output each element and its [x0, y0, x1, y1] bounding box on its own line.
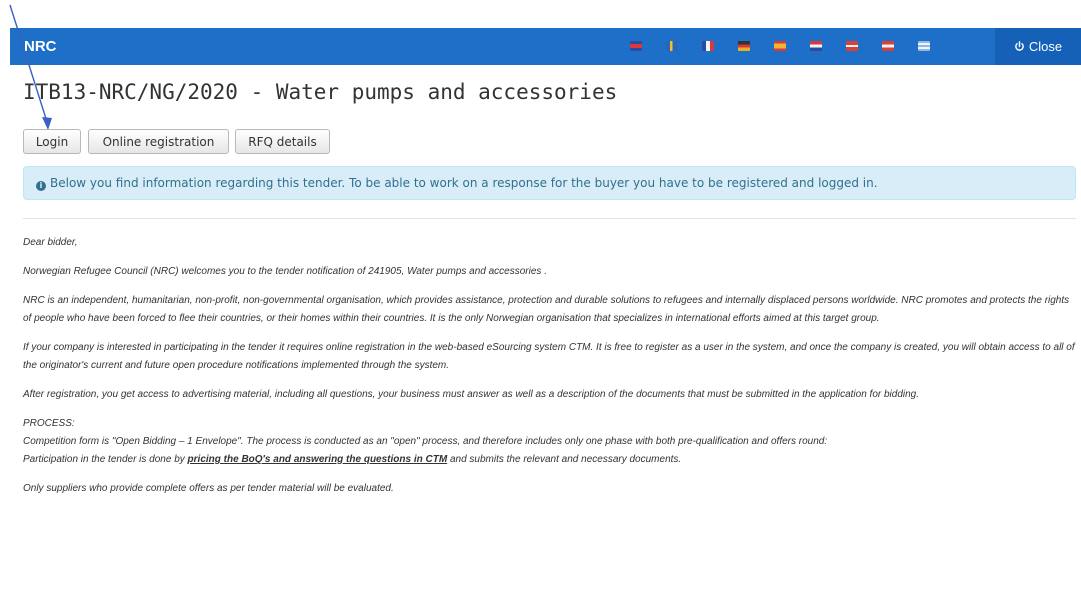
tender-description: Dear bidder, Norwegian Refugee Council (…: [23, 234, 1076, 509]
process-line-2-pre: Participation in the tender is done by: [23, 454, 188, 465]
close-label: Close: [1028, 39, 1063, 54]
info-text: Below you find information regarding thi…: [50, 176, 878, 190]
divider: [23, 218, 1076, 219]
power-icon: [1014, 41, 1024, 51]
spain-flag-icon[interactable]: [774, 41, 786, 51]
greeting: Dear bidder,: [23, 237, 78, 248]
france-flag-icon[interactable]: [702, 41, 714, 51]
paragraph-registration: If your company is interested in partici…: [23, 342, 1075, 371]
netherlands-flag-icon[interactable]: [810, 41, 822, 51]
paragraph-evaluation: Only suppliers who provide complete offe…: [23, 483, 394, 494]
sweden-flag-icon[interactable]: [666, 41, 678, 51]
online-registration-button[interactable]: Online registration: [88, 129, 229, 154]
process-line-1: Competition form is "Open Bidding – 1 En…: [23, 436, 828, 447]
process-section: PROCESS: Competition form is "Open Biddi…: [23, 415, 1076, 469]
uk-flag-icon[interactable]: [630, 41, 642, 51]
brand-logo[interactable]: NRC: [24, 28, 57, 65]
page-title: ITB13-NRC/NG/2020 - Water pumps and acce…: [23, 80, 618, 104]
process-line-2-post: and submits the relevant and necessary d…: [447, 454, 682, 465]
germany-flag-icon[interactable]: [738, 41, 750, 51]
greece-flag-icon[interactable]: [918, 41, 930, 51]
paragraph-about-nrc: NRC is an independent, humanitarian, non…: [23, 295, 1070, 324]
close-button[interactable]: Close: [995, 28, 1081, 65]
paragraph-welcome: Norwegian Refugee Council (NRC) welcomes…: [23, 266, 547, 277]
info-icon: i: [36, 181, 46, 191]
info-alert: i Below you find information regarding th…: [23, 166, 1076, 200]
process-heading: PROCESS:: [23, 418, 75, 429]
top-navbar: NRC Close: [10, 28, 1081, 65]
process-line-2-emphasis: pricing the BoQ's and answering the ques…: [187, 454, 448, 465]
norway-flag-icon[interactable]: [882, 41, 894, 51]
denmark-flag-icon[interactable]: [846, 41, 858, 51]
rfq-details-button[interactable]: RFQ details: [235, 129, 330, 154]
paragraph-access: After registration, you get access to ad…: [23, 389, 920, 400]
login-button[interactable]: Login: [23, 129, 81, 154]
